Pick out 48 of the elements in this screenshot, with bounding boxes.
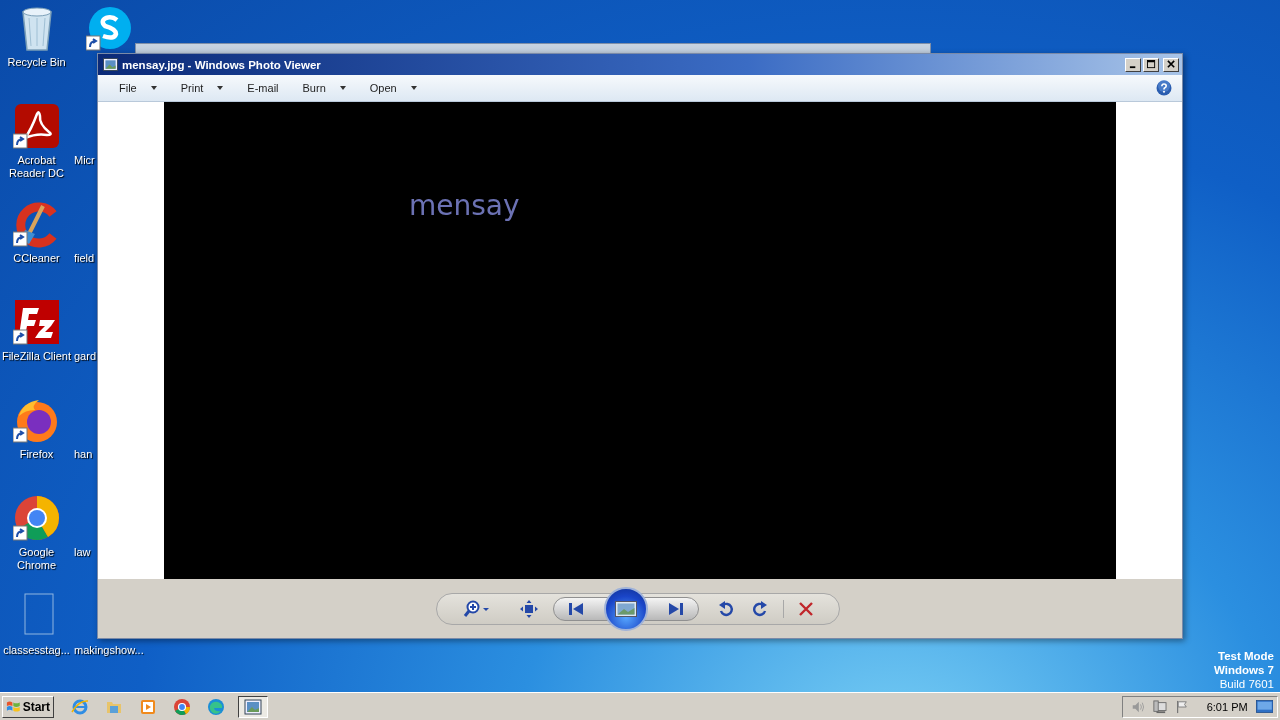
icon-label[interactable]: Recycle Bin xyxy=(7,56,66,69)
menu-item[interactable]: Open xyxy=(358,78,428,98)
taskbar-button[interactable] xyxy=(238,695,268,718)
pdf-reader-icon[interactable] xyxy=(12,102,61,150)
menu-item[interactable]: File xyxy=(108,78,168,98)
network-icon[interactable] xyxy=(1152,698,1167,715)
minimize-button[interactable] xyxy=(1125,57,1141,72)
skype-icon[interactable] xyxy=(86,4,134,52)
icon-label[interactable]: FileZilla Client xyxy=(1,350,72,363)
image-text: mensay xyxy=(409,189,520,222)
close-icon xyxy=(1166,60,1176,69)
system-notice: Windows 7 xyxy=(1214,663,1274,677)
menu-item[interactable]: Burn xyxy=(291,78,357,98)
windows-logo-icon xyxy=(6,699,21,714)
close-button[interactable] xyxy=(1163,57,1179,72)
browser-icon xyxy=(71,697,89,716)
icon-label[interactable]: Acrobat Reader DC xyxy=(6,154,67,180)
maximize-icon xyxy=(1146,60,1156,69)
photo-viewer-icon xyxy=(103,58,118,71)
window-title: mensay.jpg - Windows Photo Viewer xyxy=(122,58,322,71)
filezilla-icon[interactable] xyxy=(12,298,61,346)
media-player-icon xyxy=(139,697,157,716)
show-desktop-icon[interactable] xyxy=(1255,699,1273,714)
system-notice: Test Mode xyxy=(1218,649,1274,663)
icon-label[interactable]: field xyxy=(74,252,95,265)
icon-label[interactable]: CCleaner xyxy=(13,252,60,265)
icon-label[interactable]: makingshow... xyxy=(74,644,144,657)
edge-icon xyxy=(207,697,225,716)
icon-label[interactable]: Firefox xyxy=(19,448,54,461)
maximize-button[interactable] xyxy=(1143,57,1159,72)
icon-label[interactable]: han xyxy=(74,448,93,461)
slideshow-icon xyxy=(615,600,637,617)
help-icon[interactable] xyxy=(1156,80,1172,96)
chrome-icon xyxy=(173,697,191,716)
icon-label[interactable]: gard xyxy=(74,350,97,363)
slideshow-button[interactable] xyxy=(604,586,648,631)
photo-viewer-icon xyxy=(244,697,262,716)
icon-label[interactable]: law xyxy=(74,546,91,559)
system-notice: Build 7601 xyxy=(1219,677,1274,691)
menu-item[interactable]: E-mail xyxy=(236,78,290,98)
icon-label[interactable]: Google Chrome xyxy=(0,546,73,572)
chrome-icon[interactable] xyxy=(12,494,61,542)
clock[interactable]: 6:01 PM xyxy=(1206,700,1248,713)
icon-label[interactable]: classesstag... xyxy=(3,644,70,657)
menu-item[interactable]: Print xyxy=(169,78,235,98)
start-button[interactable]: Start xyxy=(2,695,54,718)
icon-label[interactable]: Micr xyxy=(74,154,95,167)
flag-icon[interactable] xyxy=(1174,698,1189,715)
